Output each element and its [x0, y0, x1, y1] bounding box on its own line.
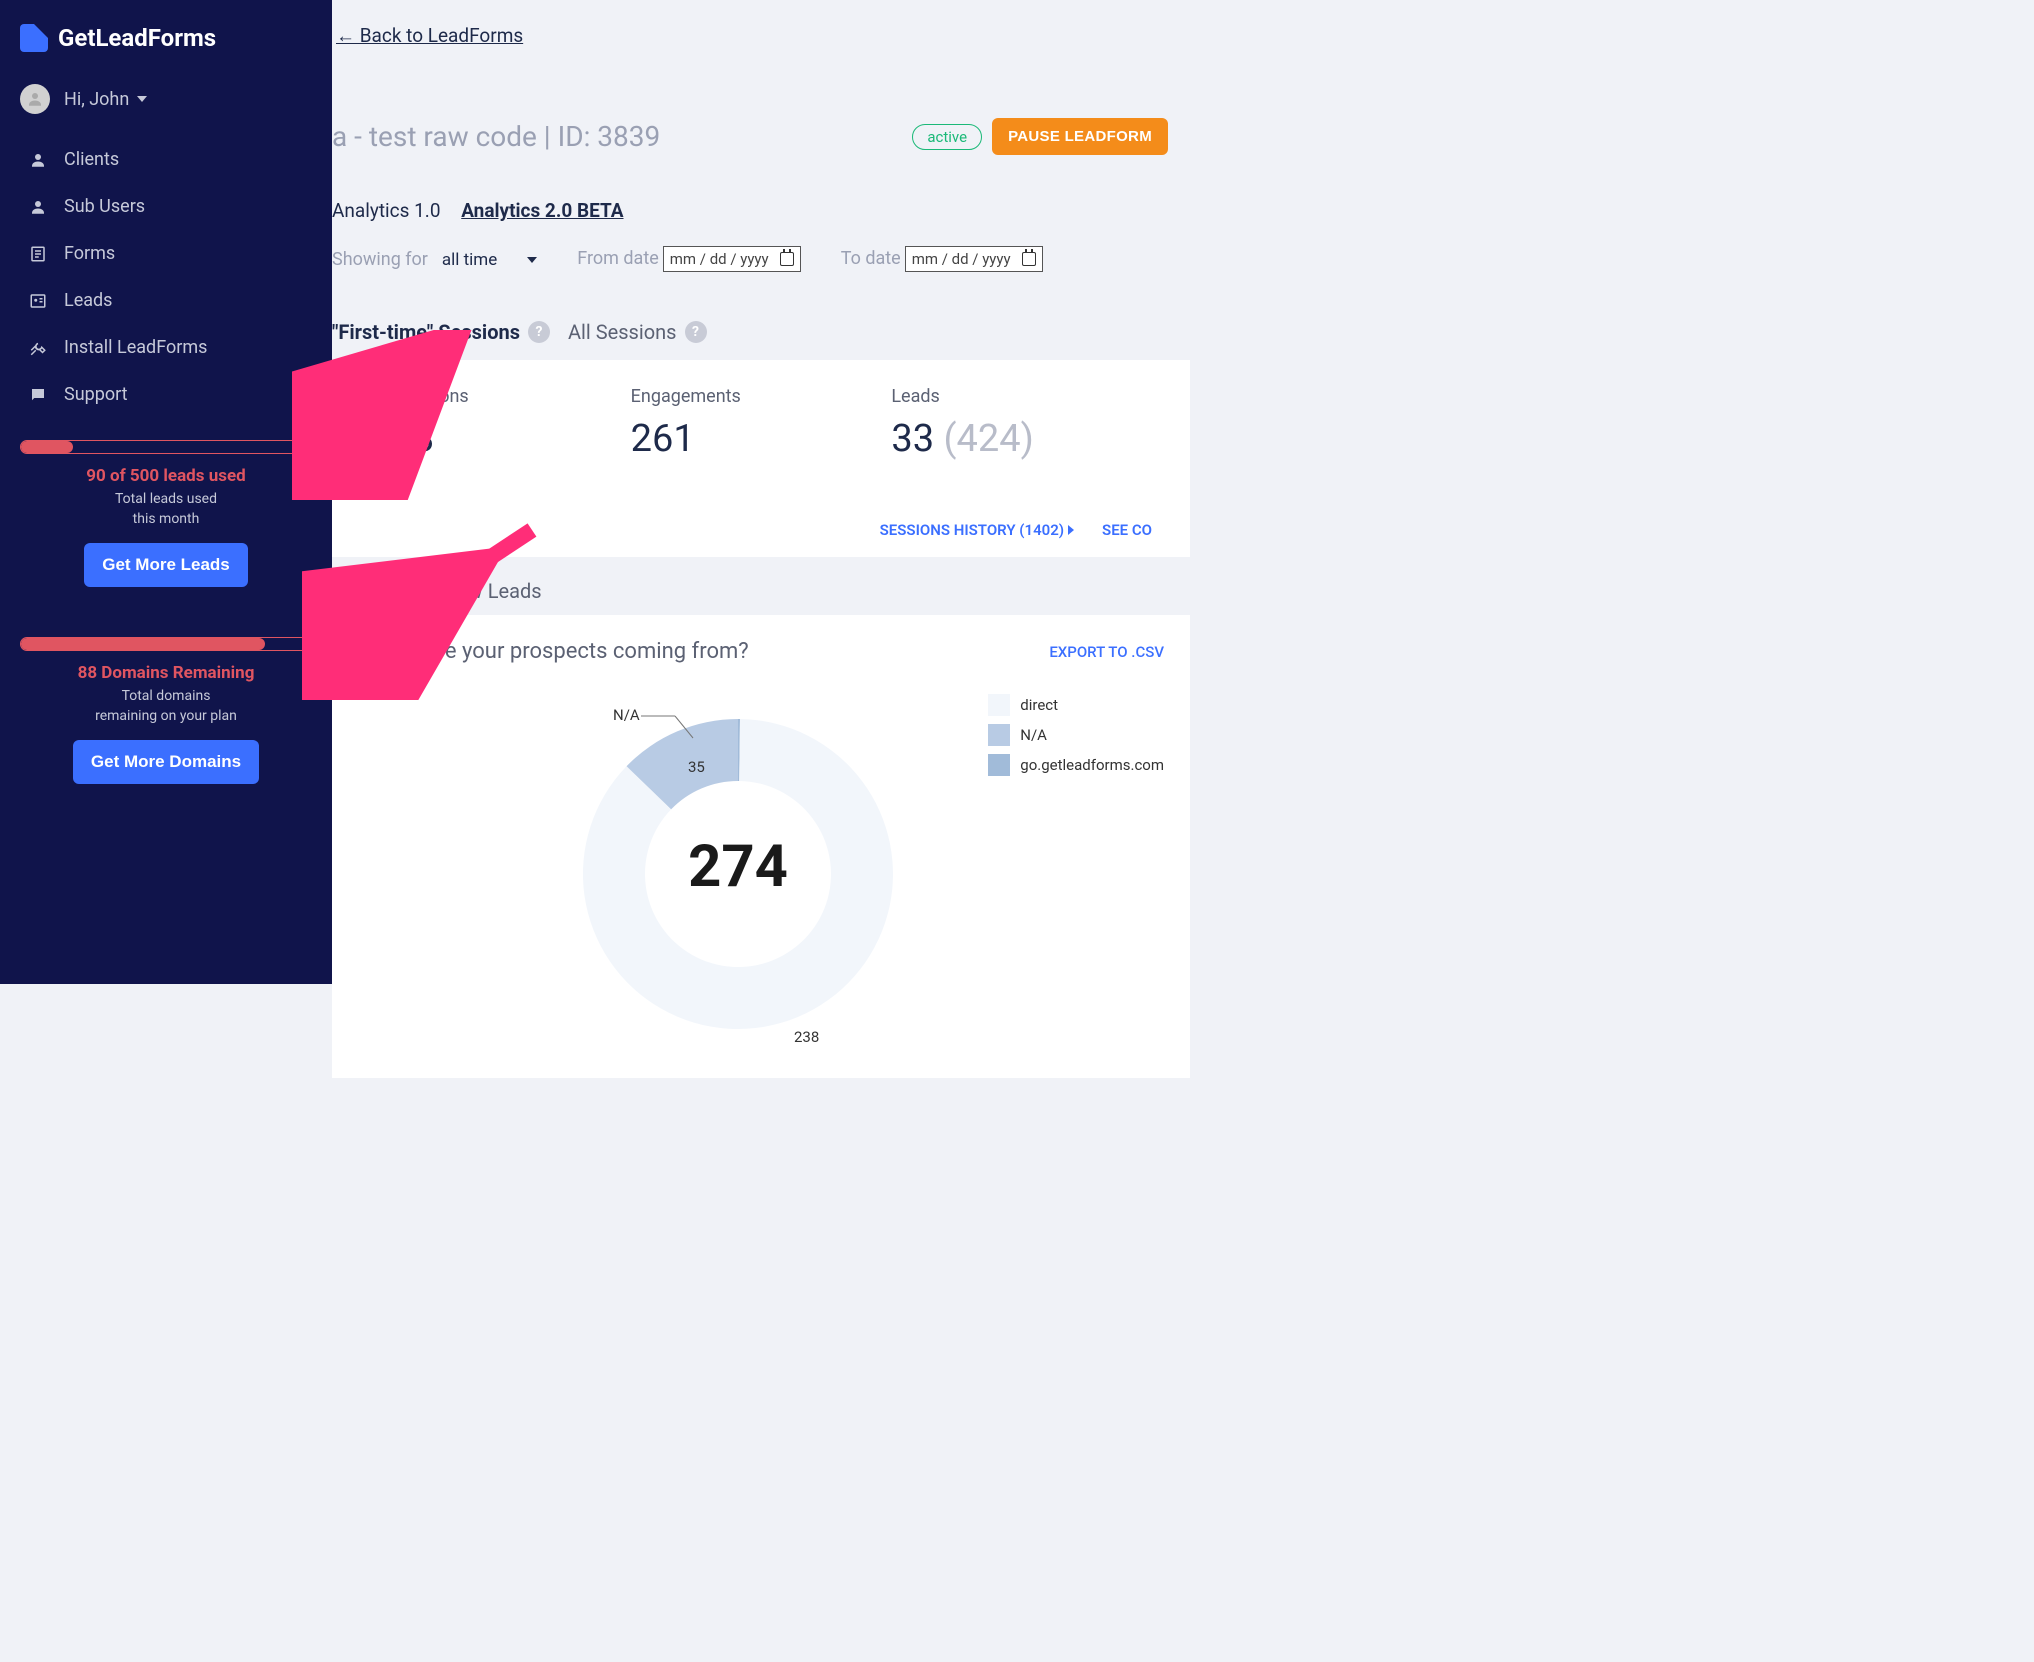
get-more-leads-button[interactable]: Get More Leads: [84, 543, 248, 587]
domains-usage-block: 88 Domains Remaining Total domainsremain…: [0, 623, 332, 784]
tab-show-leads[interactable]: Show Leads: [433, 579, 541, 603]
sessions-history-link[interactable]: SESSIONS HISTORY (1402): [880, 521, 1074, 539]
page-title: a - test raw code | ID: 3839: [332, 120, 660, 153]
domains-usage-sub: Total domainsremaining on your plan: [20, 687, 312, 726]
sidebar-item-support[interactable]: Support: [0, 371, 332, 418]
from-date-label: From date: [577, 248, 659, 269]
sidebar: GetLeadForms Hi, John Clients Sub Users: [0, 0, 332, 984]
pause-leadform-button[interactable]: PAUSE LEADFORM: [992, 118, 1168, 155]
chat-icon: [28, 385, 48, 405]
document-icon: [28, 244, 48, 264]
calendar-icon: [780, 252, 794, 266]
slice-label-na: N/A: [613, 706, 640, 724]
metric-engagements: Engagements 261: [631, 386, 892, 461]
sidebar-item-sub-users[interactable]: Sub Users: [0, 183, 332, 230]
nav-label: Forms: [64, 243, 115, 264]
metric-leads: Leads 33 (424): [891, 386, 1152, 461]
metric-impressions: Impressions 268: [370, 386, 631, 461]
main-content: ← Back to LeadForms a - test raw code | …: [332, 0, 1190, 984]
metrics-card: Impressions 268 Engagements 261 Leads 33…: [332, 360, 1190, 557]
showing-value: all time: [442, 250, 497, 270]
chevron-down-icon: [137, 96, 147, 102]
domains-progress: [20, 637, 312, 651]
help-icon[interactable]: ?: [528, 321, 550, 343]
leads-usage-title: 90 of 500 leads used: [20, 466, 312, 486]
analytics-tabs: Analytics 1.0 Analytics 2.0 BETA: [332, 199, 1190, 222]
session-tabs: "First-time" Sessions ? All Sessions ?: [332, 320, 1190, 344]
tools-icon: [28, 338, 48, 358]
contacts-icon: [28, 291, 48, 311]
logo-icon: [20, 24, 48, 52]
chart-legend: direct N/A go.getleadforms.com: [988, 694, 1164, 776]
legend-item: N/A: [988, 724, 1164, 746]
to-date-label: To date: [841, 248, 901, 269]
see-more-link[interactable]: SEE CO: [1102, 521, 1152, 539]
user-icon: [28, 197, 48, 217]
tab-show-all[interactable]: Show All: [332, 579, 411, 603]
get-more-domains-button[interactable]: Get More Domains: [73, 740, 259, 784]
slice-value-35: 35: [688, 758, 705, 776]
user-greeting: Hi, John: [64, 89, 129, 110]
prospects-chart-card: Where are your prospects coming from? EX…: [332, 615, 1190, 1078]
nav-label: Support: [64, 384, 128, 405]
sidebar-item-clients[interactable]: Clients: [0, 136, 332, 183]
donut-center-value: 274: [688, 833, 788, 901]
back-link[interactable]: ← Back to LeadForms: [336, 24, 523, 47]
chevron-right-icon: [1068, 525, 1074, 535]
showing-label: Showing for: [332, 249, 428, 270]
sidebar-item-leads[interactable]: Leads: [0, 277, 332, 324]
help-icon[interactable]: ?: [685, 321, 707, 343]
nav-label: Sub Users: [64, 196, 145, 217]
show-tabs: Show All Show Leads: [332, 579, 1190, 603]
export-csv-link[interactable]: EXPORT TO .CSV: [1049, 643, 1164, 661]
tab-analytics-2-beta[interactable]: Analytics 2.0 BETA: [461, 199, 623, 222]
showing-select[interactable]: all time: [442, 250, 537, 270]
chart-title: Where are your prospects coming from?: [358, 639, 749, 664]
tab-first-time-sessions[interactable]: "First-time" Sessions ?: [332, 320, 550, 344]
to-date-input[interactable]: mm / dd / yyyy: [905, 246, 1043, 272]
leads-progress: [20, 440, 312, 454]
nav-label: Clients: [64, 149, 119, 170]
user-menu[interactable]: Hi, John: [0, 70, 332, 128]
filters-row: Showing for all time From date mm / dd /…: [332, 246, 1190, 272]
nav-label: Leads: [64, 290, 112, 311]
status-badge: active: [912, 124, 982, 150]
sidebar-item-install[interactable]: Install LeadForms: [0, 324, 332, 371]
leads-usage-block: 90 of 500 leads used Total leads usedthi…: [0, 426, 332, 587]
avatar-icon: [20, 84, 50, 114]
main-nav: Clients Sub Users Forms Leads Install Le…: [0, 128, 332, 426]
legend-item: go.getleadforms.com: [988, 754, 1164, 776]
chevron-down-icon: [527, 257, 537, 263]
donut-chart: 274 N/A 35 238: [548, 694, 928, 1054]
from-date-input[interactable]: mm / dd / yyyy: [663, 246, 801, 272]
nav-label: Install LeadForms: [64, 337, 207, 358]
user-icon: [28, 150, 48, 170]
sidebar-item-forms[interactable]: Forms: [0, 230, 332, 277]
brand-logo[interactable]: GetLeadForms: [0, 24, 332, 70]
tab-analytics-1[interactable]: Analytics 1.0: [332, 199, 441, 222]
slice-value-238: 238: [794, 1028, 819, 1046]
calendar-icon: [1022, 252, 1036, 266]
leads-usage-sub: Total leads usedthis month: [20, 490, 312, 529]
brand-name: GetLeadForms: [58, 24, 216, 52]
domains-usage-title: 88 Domains Remaining: [20, 663, 312, 683]
tab-all-sessions[interactable]: All Sessions ?: [568, 320, 707, 344]
legend-item: direct: [988, 694, 1164, 716]
